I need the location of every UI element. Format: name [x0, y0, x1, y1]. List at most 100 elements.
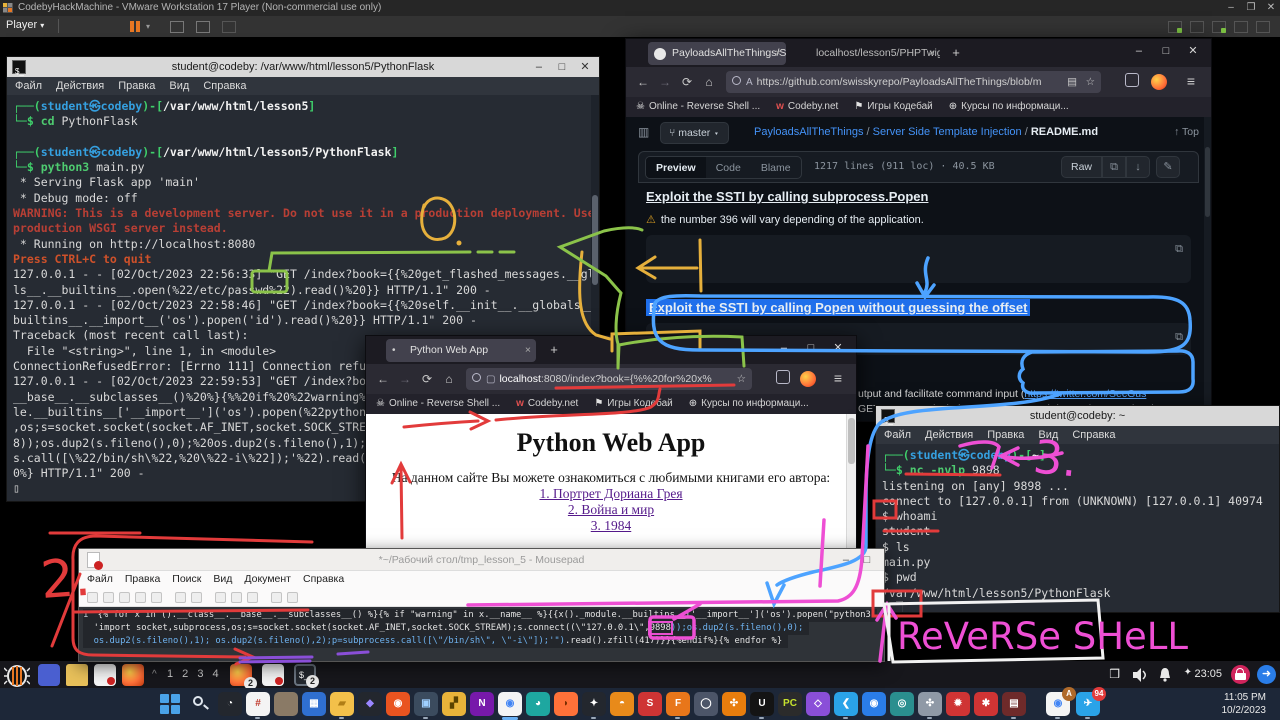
vmware-maximize-button[interactable]: ❐	[1242, 0, 1260, 15]
close-button[interactable]: ✕	[1181, 39, 1205, 63]
minimize-button[interactable]: –	[837, 549, 855, 571]
start-button[interactable]	[158, 692, 182, 716]
save-icon[interactable]	[119, 592, 130, 603]
firefox-icon[interactable]: ◗	[554, 692, 578, 716]
close-file-icon[interactable]	[151, 592, 162, 603]
speedometer-icon[interactable]: ◔	[218, 692, 242, 716]
bookmark-item[interactable]: ☠Online - Reverse Shell ...	[636, 101, 760, 112]
tab-close-icon[interactable]: ×	[929, 42, 935, 65]
blender-icon[interactable]: ✣	[722, 692, 746, 716]
tab-code[interactable]: Code	[706, 157, 751, 179]
wings-icon[interactable]: ✣	[918, 692, 942, 716]
book-link[interactable]: 1. Портрет Дориана Грея	[366, 486, 856, 502]
maximize-button[interactable]: □	[1154, 39, 1178, 63]
virtualbox-icon[interactable]: ▣	[414, 692, 438, 716]
tab-localhost-phptwig[interactable]: localhost/lesson5/PHPTwig/i ×	[792, 42, 940, 65]
mousepad-window[interactable]: *~/Рабочий стол/tmp_lesson_5 - Mousepad …	[78, 548, 885, 662]
tab-close-icon[interactable]: ×	[775, 42, 781, 65]
ssti-subprocess-heading[interactable]: Exploit the SSTI by calling subprocess.P…	[646, 189, 928, 204]
menu-item[interactable]: Файл	[15, 80, 42, 92]
hamburger-menu-icon[interactable]: ≡	[1187, 73, 1195, 89]
reload-icon[interactable]: ⟳	[418, 370, 436, 388]
book-link[interactable]: 3. 1984	[366, 518, 856, 534]
file-explorer-icon[interactable]: ▰	[330, 692, 354, 716]
terminal-window-netcat[interactable]: $_ student@codeby: ~ ФайлДействияПравкаВ…	[875, 405, 1280, 613]
minimize-button[interactable]: –	[772, 336, 796, 360]
terminal2-titlebar[interactable]: $_ student@codeby: ~	[876, 406, 1279, 426]
maximize-button[interactable]: □	[799, 336, 823, 360]
cinema4d-icon[interactable]: ◯	[694, 692, 718, 716]
bookmark-item[interactable]: ⊕Курсы по информаци...	[689, 398, 809, 409]
bookmark-item[interactable]: ⊕Курсы по информаци...	[949, 101, 1069, 112]
scroll-to-top-link[interactable]: ↑ Top	[1174, 126, 1199, 138]
telegram-icon[interactable]: ✈ 94	[1076, 692, 1100, 716]
player-menu-button[interactable]: Player ▾	[6, 19, 44, 31]
bookmark-item[interactable]: wCodeby.net	[516, 398, 578, 409]
screenlock-tray-icon[interactable]	[1231, 665, 1250, 684]
file-manager-icon[interactable]	[66, 664, 88, 686]
volume-icon[interactable]	[1132, 667, 1148, 683]
obs-icon[interactable]: ◎	[890, 692, 914, 716]
reader-view-icon[interactable]: ▤	[1067, 71, 1077, 93]
minimize-button[interactable]: –	[1127, 39, 1151, 63]
windows-clock[interactable]: 11:05 PM 10/2/2023	[1222, 691, 1267, 717]
shotcut-icon[interactable]: S	[638, 692, 662, 716]
tab-payloadsallthethings[interactable]: PayloadsAllTheThings/Se ×	[648, 42, 786, 65]
breadcrumb-repo[interactable]: PayloadsAllTheThings	[754, 126, 863, 138]
pocket-icon[interactable]	[1125, 73, 1139, 87]
bookmark-star-icon[interactable]: ☆	[1086, 71, 1095, 93]
bookmark-item[interactable]: wCodeby.net	[776, 101, 838, 112]
chrome-icon[interactable]: ◉	[498, 692, 522, 716]
webapp-scrollbar[interactable]	[846, 414, 856, 564]
menu-item[interactable]: Правка	[125, 573, 160, 585]
pause-caret-icon[interactable]: ▾	[146, 22, 150, 31]
tab-blame[interactable]: Blame	[751, 157, 801, 179]
cut-icon[interactable]	[215, 592, 226, 603]
firefox-launcher-icon[interactable]	[122, 664, 144, 686]
pause-icon[interactable]	[136, 21, 140, 32]
raw-button[interactable]: Raw	[1061, 156, 1102, 178]
search-button[interactable]	[188, 692, 212, 716]
new-tab-button[interactable]: +	[544, 340, 564, 360]
back-icon[interactable]: ←	[634, 73, 652, 91]
bookmark-item[interactable]: ⚑Игры Кодебай	[854, 101, 932, 112]
edge-icon[interactable]: ◕	[526, 692, 550, 716]
copy-code-icon[interactable]: ⧉	[1175, 241, 1183, 256]
save-as-icon[interactable]	[135, 592, 146, 603]
github-urlbar[interactable]: Ahttps://github.com/swisskyrepo/Payloads…	[726, 71, 1101, 93]
maximize-button[interactable]: □	[858, 549, 876, 571]
edit-pencil-icon[interactable]: ✎	[1156, 156, 1180, 178]
firefox-window-icon[interactable]: 2	[230, 664, 252, 686]
firefox-account-icon[interactable]	[1151, 74, 1167, 90]
copy-icon[interactable]	[231, 592, 242, 603]
slack-icon[interactable]: #	[246, 692, 270, 716]
home-icon[interactable]: ⌂	[440, 370, 458, 388]
menu-item[interactable]: Вид	[213, 573, 232, 585]
fontlab-icon[interactable]: F	[666, 692, 690, 716]
racing-icon[interactable]: ▤	[1002, 692, 1026, 716]
home-icon[interactable]: ⌂	[700, 73, 718, 91]
vmware-close-button[interactable]: ✕	[1262, 0, 1280, 15]
copy-code-icon[interactable]: ⧉	[1175, 329, 1183, 344]
vscode-icon[interactable]: ❮	[834, 692, 858, 716]
ubuntu-icon[interactable]: ◉	[386, 692, 410, 716]
webapp-urlbar[interactable]: ▢localhost:8080/index?book={%%20for%20x%…	[466, 368, 752, 390]
mousepad-editor[interactable]: 1 {% for x in ().__class__.__base__.__su…	[79, 607, 884, 661]
workspace-switcher[interactable]: 1 2 3 4	[167, 668, 222, 680]
menu-item[interactable]: Действия	[925, 429, 973, 441]
maximize-button[interactable]: □	[552, 57, 572, 77]
sidebar-toggle-icon[interactable]: ▥	[638, 125, 649, 139]
ssti-popen-heading[interactable]: Exploit the SSTI by calling Popen withou…	[646, 299, 1030, 316]
undo-icon[interactable]	[175, 592, 186, 603]
fl-studio-icon[interactable]: ◓	[610, 692, 634, 716]
forward-icon[interactable]: →	[656, 73, 674, 91]
close-button[interactable]: ✕	[826, 336, 850, 360]
mousepad-window-icon[interactable]	[262, 664, 284, 686]
branch-selector-button[interactable]: ⑂ master ▾	[660, 122, 729, 144]
menu-item[interactable]: Документ	[244, 573, 291, 585]
tab-python-web-app[interactable]: • Python Web App ×	[386, 339, 536, 362]
firefox-webapp-window[interactable]: • Python Web App × + – □ ✕ ← → ⟳ ⌂ ▢loca…	[365, 335, 857, 565]
new-file-icon[interactable]	[87, 592, 98, 603]
firefox-account-icon[interactable]	[800, 371, 816, 387]
pycharm-icon[interactable]: PC	[778, 692, 802, 716]
